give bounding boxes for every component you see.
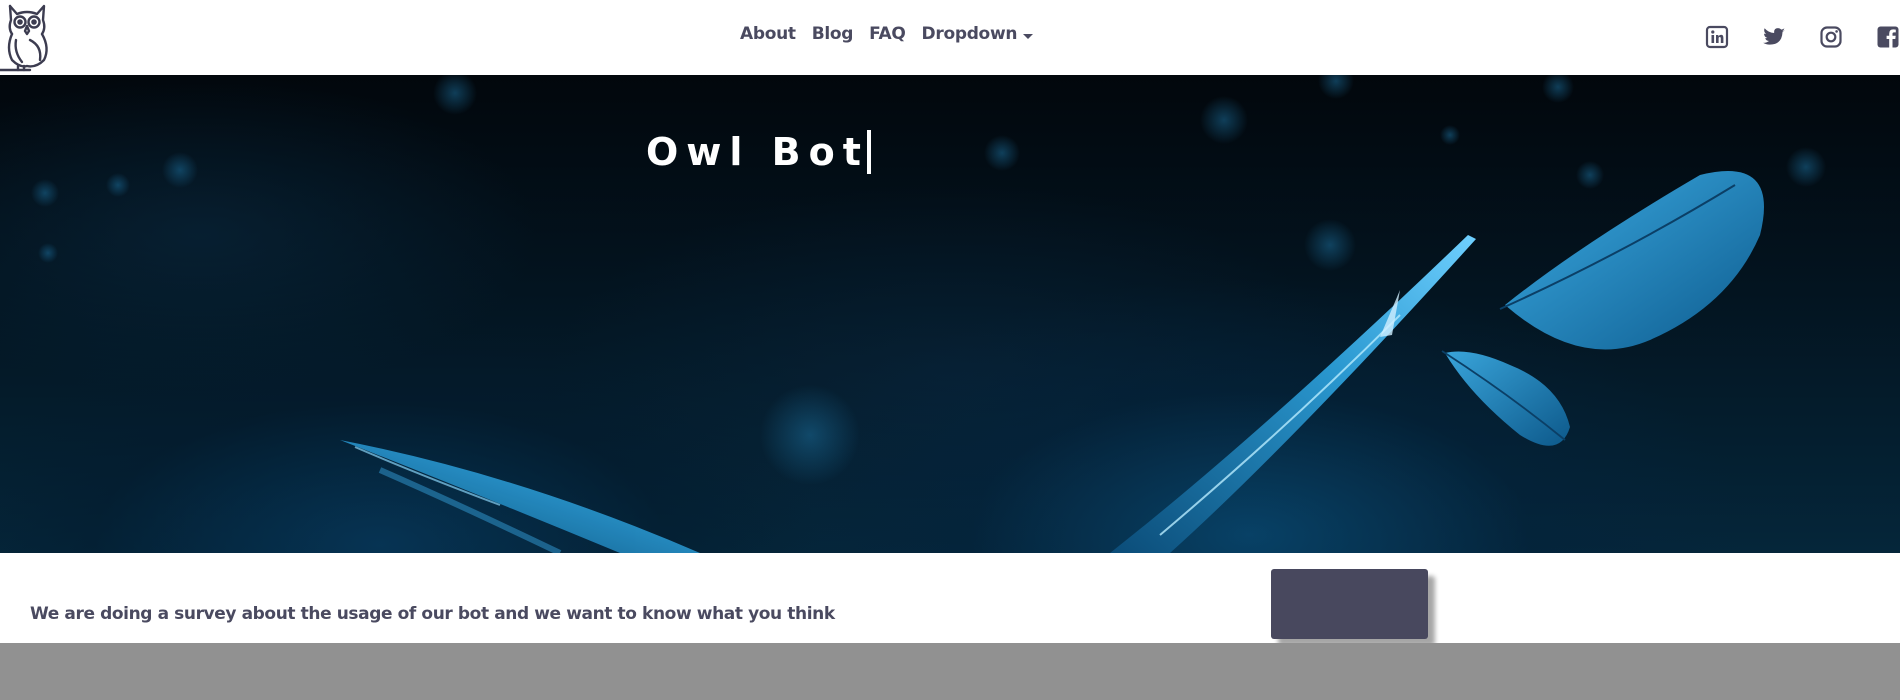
survey-button[interactable]: [1271, 569, 1428, 639]
hero-title-text: Owl Bot: [646, 130, 869, 175]
nav-dropdown[interactable]: Dropdown: [922, 24, 1034, 44]
nav-about-link[interactable]: About: [740, 24, 796, 44]
hero-banner: Owl Bot: [0, 75, 1900, 553]
typing-cursor: [866, 130, 871, 175]
main-nav: About Blog FAQ Dropdown: [740, 24, 1034, 44]
twitter-icon[interactable]: [1762, 25, 1786, 49]
hero-background-image: [31, 75, 1826, 553]
survey-section: We are doing a survey about the usage of…: [0, 553, 1900, 643]
navbar: About Blog FAQ Dropdown: [0, 0, 1900, 75]
hero-title: Owl Bot: [646, 130, 871, 175]
survey-text: We are doing a survey about the usage of…: [30, 604, 835, 624]
nav-faq-link[interactable]: FAQ: [869, 24, 906, 44]
instagram-icon[interactable]: [1819, 25, 1843, 49]
facebook-icon[interactable]: [1876, 25, 1900, 49]
nav-dropdown-label: Dropdown: [921, 24, 1018, 44]
footer-band: [0, 643, 1900, 700]
nav-blog-link[interactable]: Blog: [812, 24, 854, 44]
social-links: [1672, 25, 1900, 49]
linkedin-icon[interactable]: [1705, 25, 1729, 49]
owl-logo-icon[interactable]: [0, 0, 56, 72]
caret-down-icon: [1023, 34, 1034, 39]
